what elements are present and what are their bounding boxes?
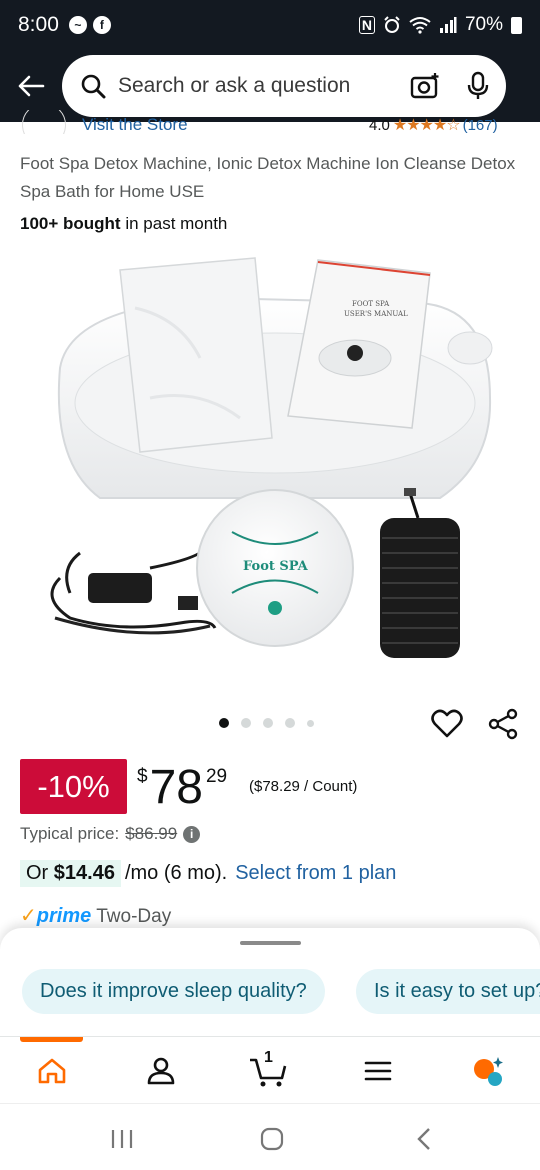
price-symbol: $ — [137, 766, 148, 787]
bought-info: 100+ bought in past month — [20, 214, 227, 234]
prime-logo: prime — [36, 905, 92, 927]
rating-count[interactable]: (167) — [463, 117, 498, 134]
facebook-icon: f — [92, 16, 111, 34]
search-input[interactable]: Search or ask a question — [118, 74, 410, 98]
rating[interactable]: 4.0 ★★★★☆ (167) — [369, 115, 498, 135]
status-bar: 8:00 ~ f N 70% — [0, 0, 540, 50]
device-label: Foot SPA — [243, 559, 309, 574]
typical-price-label: Typical price: — [20, 824, 120, 843]
foot-spa-illustration: FOOT SPA USER'S MANUAL Foot SPA — [50, 257, 493, 658]
microphone-icon[interactable] — [466, 71, 490, 101]
battery-icon — [511, 16, 522, 34]
active-tab-indicator — [20, 1037, 83, 1042]
search-icon — [80, 73, 106, 99]
typical-price: Typical price: $86.99 i — [20, 824, 201, 844]
tab-cart[interactable]: 1 — [248, 1049, 288, 1091]
system-back-button[interactable] — [409, 1124, 439, 1154]
unit-price: ($78.29 / Count) — [249, 778, 358, 795]
delivery-speed: Two-Day — [96, 906, 172, 927]
installment-term: /mo (6 mo). — [124, 862, 228, 884]
installment-offer: Or $14.46 /mo (6 mo). Select from 1 plan — [20, 860, 396, 887]
sheet-handle[interactable] — [240, 941, 301, 945]
typical-price-value: $86.99 — [125, 824, 178, 843]
installment-amount-box: Or $14.46 — [20, 860, 121, 887]
tab-home[interactable] — [32, 1051, 72, 1091]
bought-count: 100+ bought — [20, 214, 121, 233]
heart-icon — [431, 709, 463, 738]
suggested-questions-sheet: Does it improve sleep quality? Is it eas… — [0, 928, 540, 1036]
carousel-dot-2[interactable] — [241, 718, 251, 728]
star-rating-icon: ★★★★☆ — [392, 117, 461, 134]
search-bar[interactable]: Search or ask a question — [62, 55, 506, 117]
chevron-left-icon — [417, 1128, 430, 1150]
wishlist-button[interactable] — [430, 707, 464, 741]
wifi-icon — [409, 17, 431, 34]
product-title: Foot Spa Detox Machine, Ionic Detox Mach… — [20, 154, 516, 201]
carousel-dot-4[interactable] — [285, 718, 295, 728]
carousel-dot-1[interactable] — [219, 718, 229, 728]
question-chip[interactable]: Does it improve sleep quality? — [22, 969, 325, 1014]
home-button[interactable] — [257, 1124, 287, 1154]
carousel-dot-3[interactable] — [263, 718, 273, 728]
product-image[interactable]: FOOT SPA USER'S MANUAL Foot SPA — [0, 248, 540, 688]
cart-count: 1 — [264, 1049, 273, 1066]
alarm-icon — [384, 16, 400, 33]
share-button[interactable] — [486, 707, 520, 741]
account-icon — [147, 1057, 175, 1085]
question-chip[interactable]: Is it easy to set up? — [356, 969, 540, 1014]
rufus-icon — [474, 1057, 503, 1086]
back-button[interactable] — [0, 56, 62, 116]
carousel-dot-5[interactable] — [307, 719, 314, 727]
store-logo[interactable] — [22, 110, 66, 134]
tab-account[interactable] — [141, 1051, 181, 1091]
system-navigation-bar — [0, 1103, 540, 1170]
home-icon — [38, 1058, 66, 1084]
visit-store-link[interactable]: Visit the Store — [82, 115, 188, 134]
discount-badge: -10% — [20, 759, 127, 814]
installment-amount: $14.46 — [53, 862, 115, 884]
menu-icon — [364, 1061, 392, 1081]
bought-period: in past month — [120, 214, 228, 233]
installment-prefix: Or — [26, 862, 54, 884]
select-plan-link[interactable]: Select from 1 plan — [235, 862, 396, 885]
carousel-indicator[interactable] — [219, 718, 314, 728]
back-arrow-icon — [18, 75, 45, 97]
price: $ 78 29 — [137, 760, 227, 816]
prime-check-icon: ✓ — [20, 905, 37, 927]
prime-delivery: ✓ prime Two-Day — [20, 903, 171, 928]
price-fraction: 29 — [205, 766, 228, 787]
tab-menu[interactable] — [358, 1051, 398, 1091]
tab-bar: 1 — [0, 1036, 540, 1102]
recent-apps-icon — [111, 1130, 133, 1148]
notification-icons: ~ f — [68, 16, 111, 34]
camera-icon[interactable] — [410, 72, 440, 100]
rating-value: 4.0 — [369, 116, 390, 134]
status-time: 8:00 — [18, 13, 59, 36]
manual-title: FOOT SPA — [352, 300, 390, 308]
battery-percent: 70% — [464, 14, 503, 35]
tab-rufus[interactable] — [468, 1051, 508, 1091]
signal-icon — [439, 17, 457, 33]
share-icon — [488, 708, 518, 740]
recent-apps-button[interactable] — [107, 1124, 137, 1154]
store-row: Visit the Store 4.0 ★★★★☆ (167) — [0, 110, 540, 134]
home-circle-icon — [260, 1127, 284, 1151]
manual-subtitle: USER'S MANUAL — [344, 310, 408, 318]
system-icons: N 70% — [358, 14, 522, 36]
nfc-icon: N — [358, 16, 375, 34]
price-whole: 78 — [149, 761, 203, 814]
messenger-icon: ~ — [68, 16, 87, 34]
info-icon[interactable]: i — [183, 825, 201, 843]
